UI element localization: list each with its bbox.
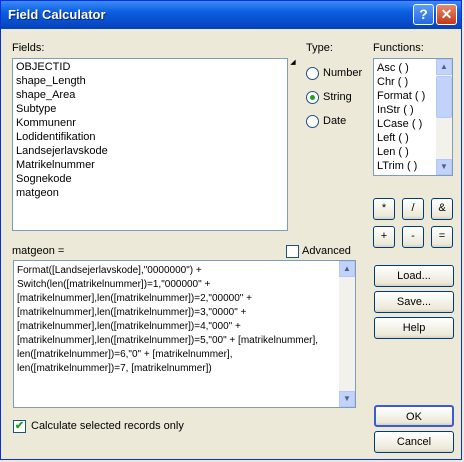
plus-button[interactable]: +: [373, 226, 395, 248]
cancel-button[interactable]: Cancel: [374, 431, 454, 453]
type-radio-string[interactable]: [306, 91, 319, 104]
load-button[interactable]: Load...: [374, 265, 454, 287]
type-label: Type:: [306, 42, 333, 54]
field-item[interactable]: OBJECTID: [13, 60, 287, 74]
expression-line: [matrikelnummer],len([matrikelnummer])=5…: [17, 335, 319, 346]
field-calculator-dialog: Field Calculator ? ✕ Fields: OBJECTID sha…: [0, 0, 462, 460]
expression-textbox[interactable]: Format([Landsejerlavskode],"0000000") + S…: [13, 260, 356, 408]
functions-list[interactable]: Asc ( ) Chr ( ) Format ( ) InStr ( ) LCase (…: [373, 58, 453, 176]
minus-button[interactable]: -: [402, 226, 424, 248]
field-item[interactable]: Subtype: [13, 102, 287, 116]
divide-button[interactable]: /: [402, 198, 424, 220]
expression-line: Format([Landsejerlavskode],"0000000") +: [17, 265, 202, 276]
scroll-up-icon[interactable]: ▲: [339, 261, 355, 277]
expression-line: [matrikelnummer],len([matrikelnummer])=4…: [17, 321, 241, 332]
scroll-down-icon[interactable]: ▼: [339, 391, 355, 407]
expression-line: Switch(len([matrikelnummer])=1,"000000" …: [17, 279, 211, 290]
window-title: Field Calculator: [8, 7, 106, 22]
ampersand-button[interactable]: &: [431, 198, 453, 220]
expression-line: len([matrikelnummer])=6,"0" + [matrikeln…: [17, 349, 233, 360]
field-item[interactable]: Lodidentifikation: [13, 130, 287, 144]
ok-button[interactable]: OK: [374, 405, 454, 427]
resize-grip-icon[interactable]: ◢: [288, 58, 298, 68]
expression-line: [matrikelnummer],len([matrikelnummer])=2…: [17, 293, 252, 304]
expression-label: matgeon =: [12, 245, 65, 257]
field-item[interactable]: matgeon: [13, 186, 287, 200]
fields-label: Fields:: [12, 42, 45, 54]
field-item[interactable]: Kommunenr: [13, 116, 287, 130]
help-title-button[interactable]: ?: [413, 4, 434, 25]
expression-line: [matrikelnummer],len([matrikelnummer])=3…: [17, 307, 247, 318]
close-button[interactable]: ✕: [436, 4, 457, 25]
multiply-button[interactable]: *: [373, 198, 395, 220]
help-button[interactable]: Help: [374, 317, 454, 339]
type-radio-number[interactable]: [306, 67, 319, 80]
expression-scrollbar[interactable]: ▲ ▼: [339, 261, 355, 407]
advanced-label: Advanced: [302, 245, 351, 257]
equals-button[interactable]: =: [431, 226, 453, 248]
functions-label: Functions:: [373, 42, 424, 54]
calculate-selected-checkbox[interactable]: ✔: [13, 420, 26, 433]
field-item[interactable]: Matrikelnummer: [13, 158, 287, 172]
scroll-down-icon[interactable]: ▼: [436, 159, 452, 175]
save-button[interactable]: Save...: [374, 291, 454, 313]
field-item[interactable]: Landsejerlavskode: [13, 144, 287, 158]
field-item[interactable]: Sognekode: [13, 172, 287, 186]
type-label-string: String: [323, 91, 352, 103]
scroll-up-icon[interactable]: ▲: [436, 59, 452, 75]
title-bar[interactable]: Field Calculator ? ✕: [1, 1, 461, 29]
field-item[interactable]: shape_Area: [13, 88, 287, 102]
type-label-number: Number: [323, 67, 363, 79]
expression-line: len([matrikelnummer])=7, [matrikelnummer…: [17, 363, 212, 374]
fields-list[interactable]: OBJECTID shape_Length shape_Area Subtype Kom…: [12, 58, 288, 231]
calculate-selected-label: Calculate selected records only: [31, 420, 184, 432]
advanced-checkbox[interactable]: [286, 245, 299, 258]
scroll-thumb[interactable]: [436, 76, 452, 118]
type-radio-date[interactable]: [306, 115, 319, 128]
field-item[interactable]: shape_Length: [13, 74, 287, 88]
functions-scrollbar[interactable]: ▲ ▼: [436, 59, 452, 175]
type-label-date: Date: [323, 115, 347, 127]
